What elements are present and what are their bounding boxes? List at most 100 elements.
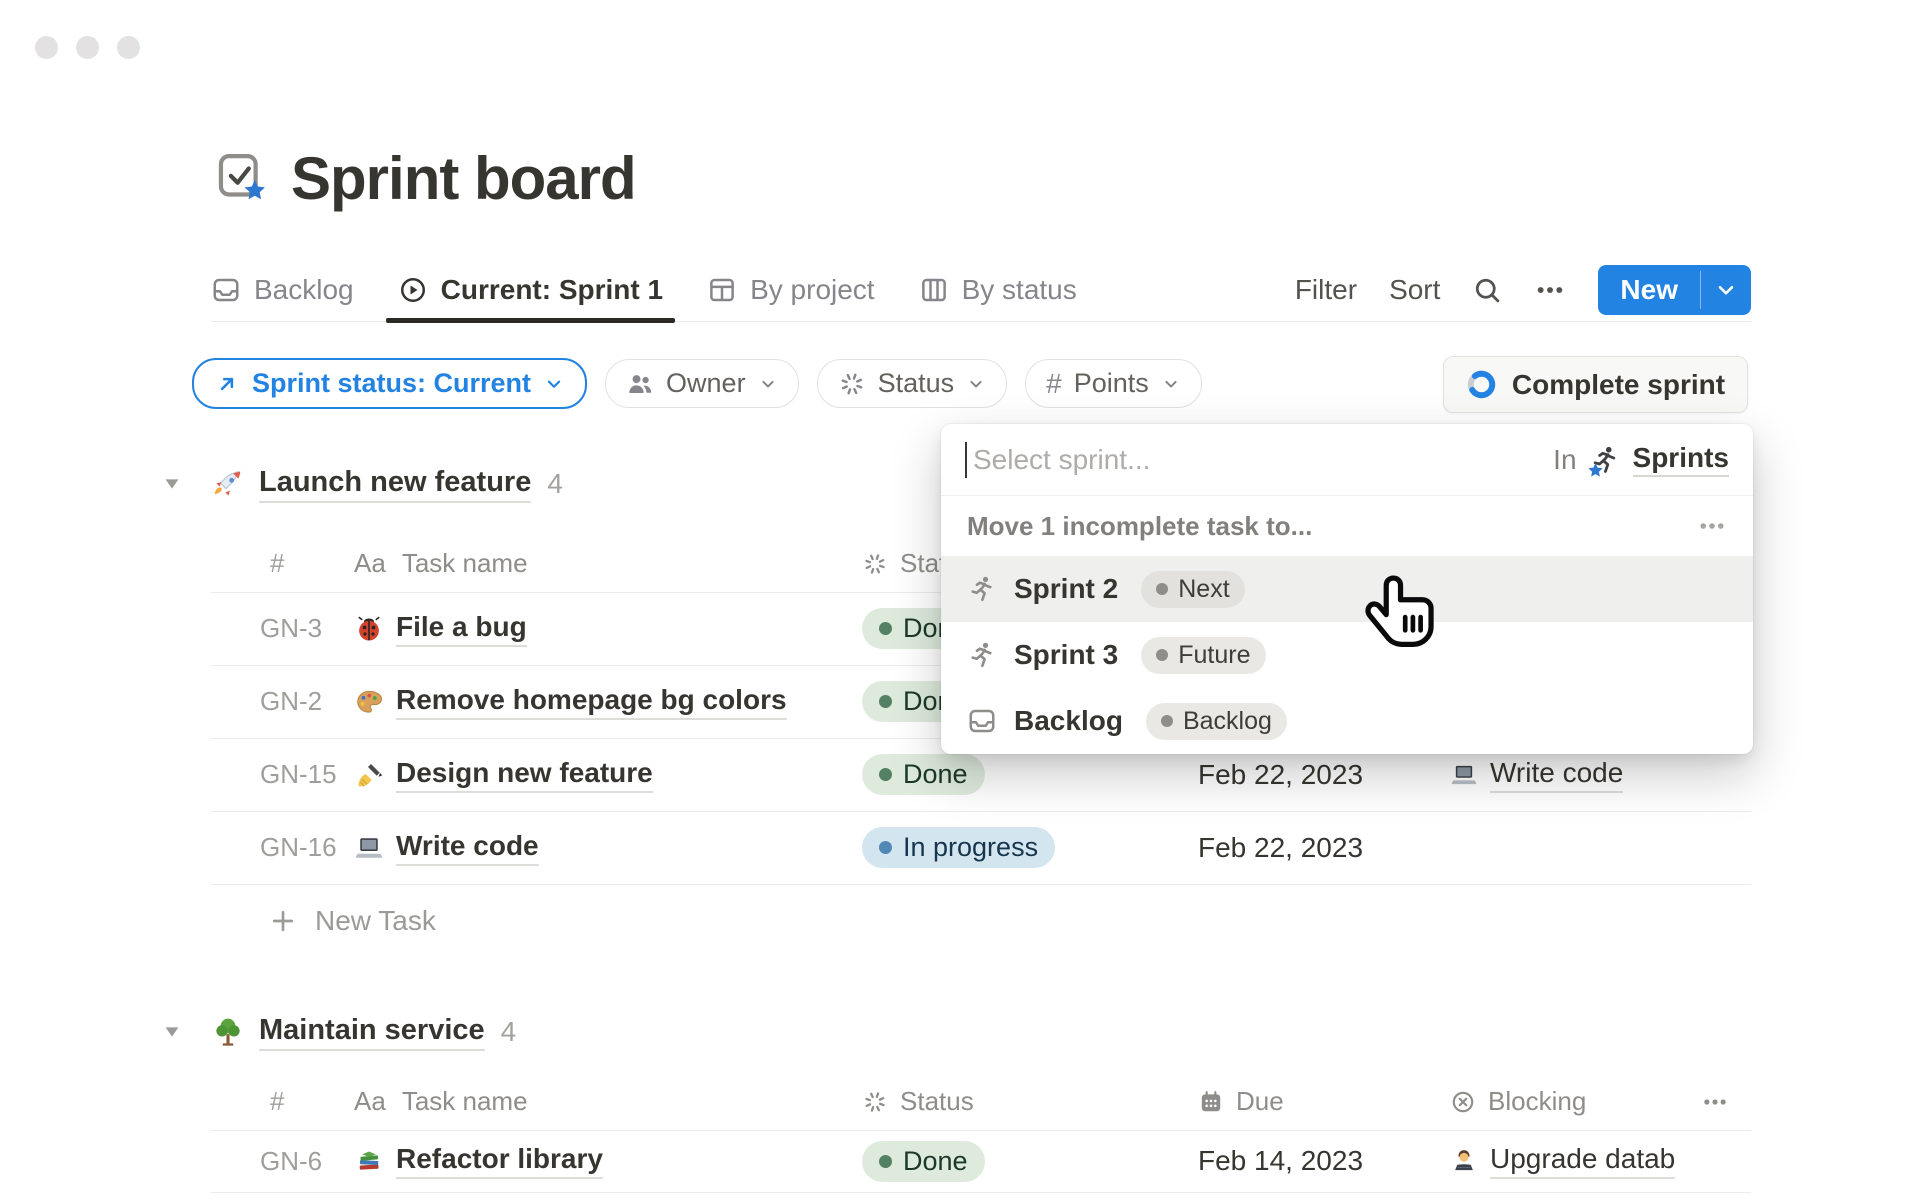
books-emoji-icon [354, 1146, 384, 1176]
relation-link[interactable]: Upgrade datab [1490, 1143, 1675, 1179]
more-options-icon[interactable] [1534, 274, 1566, 306]
dropdown-item-sprint-2[interactable]: Sprint 2 Next [941, 556, 1753, 622]
status-badge: In progress [862, 827, 1055, 868]
status-chip[interactable]: Status [817, 359, 1008, 408]
column-header-task-name[interactable]: Aa Task name [354, 1086, 862, 1117]
window-controls [35, 36, 140, 59]
due-cell[interactable]: Feb 22, 2023 [1198, 759, 1450, 791]
new-button-group: New [1598, 265, 1751, 315]
palette-emoji-icon [354, 687, 384, 717]
due-cell[interactable]: Feb 14, 2023 [1198, 1145, 1450, 1177]
task-id: GN-2 [211, 686, 354, 717]
task-name-cell[interactable]: File a bug [354, 611, 862, 647]
dropdown-item-sprint-3[interactable]: Sprint 3 Future [941, 622, 1753, 688]
task-id: GN-15 [211, 759, 354, 790]
task-link[interactable]: Remove homepage bg colors [396, 684, 787, 720]
group-header-launch-new-feature[interactable]: Launch new feature 4 [211, 460, 563, 508]
search-icon[interactable] [1472, 275, 1502, 305]
status-cell[interactable]: In progress [862, 827, 1198, 868]
in-sprints-label: In Sprints [1553, 442, 1729, 477]
task-name-cell[interactable]: Remove homepage bg colors [354, 684, 862, 720]
page-header: Sprint board [217, 144, 636, 213]
writing-hand-emoji-icon [354, 760, 384, 790]
task-id: GN-3 [211, 613, 354, 644]
status-dot-icon [879, 768, 892, 781]
status-dot-icon [1156, 649, 1168, 661]
status-cell[interactable]: Done [862, 1141, 1198, 1182]
new-button[interactable]: New [1598, 265, 1700, 315]
window-close-icon[interactable] [35, 36, 58, 59]
table-row[interactable]: GN-16 Write code In progress Feb 22, 202… [211, 811, 1751, 885]
progress-ring-icon [1466, 369, 1497, 400]
relation-link[interactable]: Write code [1490, 757, 1623, 793]
task-name-cell[interactable]: Refactor library [354, 1143, 862, 1179]
tab-by-status[interactable]: By status [907, 258, 1089, 321]
status-dot-icon [879, 622, 892, 635]
complete-sprint-button[interactable]: Complete sprint [1443, 356, 1748, 413]
page-title: Sprint board [291, 144, 636, 213]
sprint-status-badge: Future [1141, 637, 1265, 674]
filter-button[interactable]: Filter [1295, 274, 1357, 306]
group-title[interactable]: Maintain service [259, 1014, 485, 1051]
column-header-due[interactable]: Due [1198, 1086, 1450, 1117]
laptop-emoji-icon [1450, 761, 1478, 789]
filter-chips-row: Sprint status: Current Owner Status # Po… [192, 358, 1202, 409]
tab-backlog[interactable]: Backlog [211, 258, 366, 321]
task-link[interactable]: Refactor library [396, 1143, 603, 1179]
blocking-cell[interactable]: Upgrade datab [1450, 1143, 1701, 1179]
tab-by-project[interactable]: By project [695, 258, 887, 321]
window-zoom-icon[interactable] [117, 36, 140, 59]
tree-emoji-icon [211, 1015, 245, 1049]
chevron-down-icon [543, 373, 565, 395]
sprint-status-badge: Next [1141, 571, 1244, 608]
due-cell[interactable]: Feb 22, 2023 [1198, 832, 1450, 864]
add-column-more-icon[interactable] [1701, 1088, 1751, 1116]
laptop-emoji-icon [354, 833, 384, 863]
group-title[interactable]: Launch new feature [259, 466, 531, 503]
task-link[interactable]: File a bug [396, 611, 527, 647]
runner-star-emoji-icon [1589, 444, 1621, 476]
points-chip[interactable]: # Points [1025, 359, 1202, 408]
checkbox-star-page-icon[interactable] [217, 153, 267, 205]
new-dropdown-chevron-icon[interactable] [1701, 265, 1751, 315]
group-count: 4 [547, 468, 563, 500]
inbox-icon [967, 706, 997, 736]
new-task-button[interactable]: New Task [211, 884, 769, 957]
task-name-cell[interactable]: Write code [354, 830, 862, 866]
collapse-triangle-icon[interactable] [161, 1021, 183, 1043]
status-dot-icon [879, 1155, 892, 1168]
task-link[interactable]: Write code [396, 830, 539, 866]
collapse-triangle-icon[interactable] [161, 473, 183, 495]
group-header-maintain-service[interactable]: Maintain service 4 [211, 1008, 516, 1056]
status-dot-icon [1161, 715, 1173, 727]
owner-chip[interactable]: Owner [605, 359, 799, 408]
text-caret [965, 442, 967, 478]
table-row[interactable]: GN-6 Refactor library Done Feb 14, 2023 … [211, 1130, 1751, 1193]
task-id: GN-16 [211, 832, 354, 863]
column-header-task-name[interactable]: Aa Task name [354, 548, 862, 579]
sort-button[interactable]: Sort [1389, 274, 1440, 306]
status-dot-icon [1156, 583, 1168, 595]
window-minimize-icon[interactable] [76, 36, 99, 59]
section-more-icon[interactable] [1697, 511, 1727, 541]
table-header-row: # Aa Task name Status Due Blocking [211, 1073, 1751, 1131]
column-header-id[interactable]: # [211, 548, 354, 579]
column-header-blocking[interactable]: Blocking [1450, 1086, 1701, 1117]
arrow-up-right-icon [214, 371, 240, 397]
task-link[interactable]: Design new feature [396, 757, 653, 793]
tab-current-sprint[interactable]: Current: Sprint 1 [386, 258, 675, 321]
calendar-icon [1198, 1089, 1224, 1115]
status-cell[interactable]: Done [862, 754, 1198, 795]
status-dot-icon [879, 695, 892, 708]
ladybug-emoji-icon [354, 614, 384, 644]
column-header-id[interactable]: # [211, 1086, 354, 1117]
sprints-database-link[interactable]: Sprints [1633, 442, 1729, 477]
blocking-cell[interactable]: Write code [1450, 757, 1701, 793]
task-name-cell[interactable]: Design new feature [354, 757, 862, 793]
column-header-status[interactable]: Status [862, 1086, 1198, 1117]
dropdown-item-backlog[interactable]: Backlog Backlog [941, 688, 1753, 754]
sprint-status-chip[interactable]: Sprint status: Current [192, 358, 587, 409]
view-tabbar: Backlog Current: Sprint 1 By project By … [211, 258, 1751, 322]
plus-icon [269, 907, 297, 935]
sprint-search-input[interactable] [973, 444, 1537, 476]
